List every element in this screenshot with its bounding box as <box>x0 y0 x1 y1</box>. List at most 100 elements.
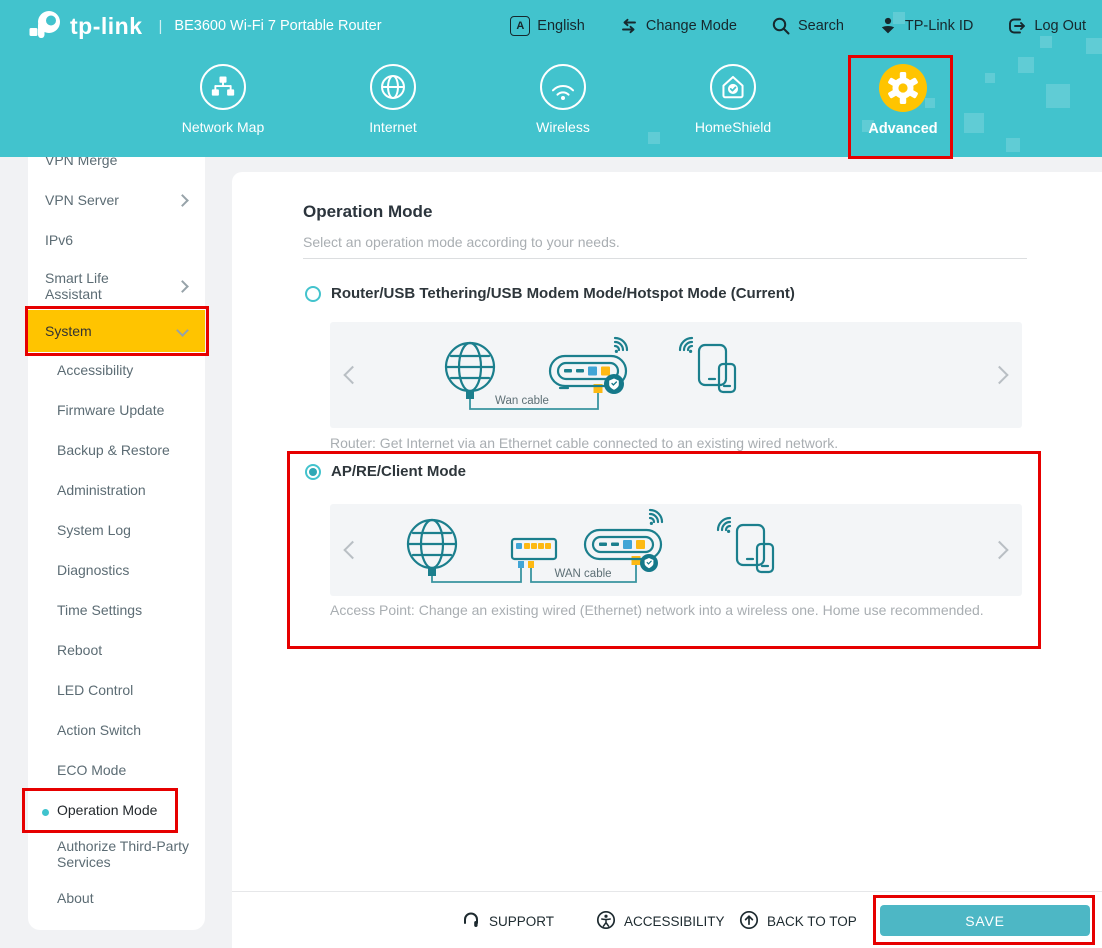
language-label: English <box>537 18 585 34</box>
sidebar-item-label: Accessibility <box>57 362 133 378</box>
router-mode-carousel: Wan cable <box>330 322 1022 428</box>
svg-text:Wan cable: Wan cable <box>495 395 549 407</box>
logout-label: Log Out <box>1034 18 1086 34</box>
sidebar-item-authorize-third-party-services[interactable]: Authorize Third-Party Services <box>28 838 205 870</box>
support-link[interactable]: SUPPORT <box>461 910 554 933</box>
language-menu-item[interactable]: A English <box>510 16 585 36</box>
sidebar-item-action-switch[interactable]: Action Switch <box>28 722 205 738</box>
ap-mode-carousel: WAN cable <box>330 504 1022 596</box>
back-to-top-link[interactable]: BACK TO TOP <box>739 910 857 933</box>
network-map-icon <box>200 64 246 110</box>
main-nav-tabs: Network Map Internet <box>138 64 988 137</box>
change-mode-icon <box>619 16 639 36</box>
product-name: BE3600 Wi-Fi 7 Portable Router <box>174 18 381 34</box>
sidebar-item-label: IPv6 <box>45 232 73 248</box>
search-label: Search <box>798 18 844 34</box>
sidebar-item-label: VPN Server <box>45 192 119 208</box>
top-header: tp-link | BE3600 Wi-Fi 7 Portable Router… <box>0 0 1102 157</box>
language-icon: A <box>510 16 530 36</box>
accessibility-label: ACCESSIBILITY <box>624 914 725 929</box>
tplink-id-label: TP-Link ID <box>905 18 974 34</box>
header-menu: A English Change Mode Search <box>510 0 1086 52</box>
search-icon <box>771 16 791 36</box>
sidebar-item-label: Administration <box>57 482 146 498</box>
brand-separator: | <box>159 18 163 35</box>
sidebar-item-backup-restore[interactable]: Backup & Restore <box>28 442 205 458</box>
sidebar-item-firmware-update[interactable]: Firmware Update <box>28 402 205 418</box>
sidebar-item-operation-mode[interactable]: Operation Mode <box>28 802 205 818</box>
change-mode-label: Change Mode <box>646 18 737 34</box>
back-to-top-label: BACK TO TOP <box>767 914 857 929</box>
sidebar-item-about[interactable]: About <box>28 890 205 906</box>
router-mode-option[interactable]: Router/USB Tethering/USB Modem Mode/Hots… <box>305 285 795 302</box>
sidebar-item-label: System Log <box>57 522 131 538</box>
sidebar-item-reboot[interactable]: Reboot <box>28 642 205 658</box>
ap-mode-option[interactable]: AP/RE/Client Mode <box>305 463 466 480</box>
support-icon <box>461 910 481 933</box>
router-mode-radio[interactable] <box>305 286 321 302</box>
decor-square <box>1018 57 1034 73</box>
sidebar-item-label: Action Switch <box>57 722 141 738</box>
change-mode-menu-item[interactable]: Change Mode <box>619 16 737 36</box>
tab-advanced[interactable]: Advanced <box>818 64 988 137</box>
sidebar-item-label: Operation Mode <box>57 802 157 818</box>
tab-homeshield-label: HomeShield <box>695 119 771 135</box>
selected-dot-icon <box>42 809 49 816</box>
sidebar-item-led-control[interactable]: LED Control <box>28 682 205 698</box>
sidebar-item-label: Authorize Third-Party Services <box>57 838 192 870</box>
ap-mode-label: AP/RE/Client Mode <box>331 463 466 480</box>
sidebar: VPN Merge VPN Server IPv6 Smart Life Ass… <box>28 130 205 930</box>
sidebar-item-label: Time Settings <box>57 602 142 618</box>
chevron-right-icon <box>176 280 189 293</box>
sidebar-item-label: ECO Mode <box>57 762 126 778</box>
ap-mode-illustration: WAN cable <box>330 504 1022 596</box>
wireless-icon <box>540 64 586 110</box>
sidebar-item-administration[interactable]: Administration <box>28 482 205 498</box>
sidebar-item-label: Reboot <box>57 642 102 658</box>
sidebar-item-label: Smart Life Assistant <box>45 270 150 302</box>
sidebar-item-label: Backup & Restore <box>57 442 170 458</box>
page-footer: SUPPORT ACCESSIBILITY BACK TO TOP SAVE <box>232 891 1102 948</box>
tplink-id-menu-item[interactable]: TP-Link ID <box>878 16 974 36</box>
accessibility-link[interactable]: ACCESSIBILITY <box>596 910 725 933</box>
ap-mode-radio[interactable] <box>305 464 321 480</box>
save-button[interactable]: SAVE <box>880 905 1090 936</box>
router-mode-illustration: Wan cable <box>330 322 1022 428</box>
tplink-id-icon <box>878 16 898 36</box>
internet-icon <box>370 64 416 110</box>
chevron-down-icon <box>176 324 189 337</box>
sidebar-item-label: System <box>45 323 92 339</box>
sidebar-item-system-log[interactable]: System Log <box>28 522 205 538</box>
sidebar-item-label: Firmware Update <box>57 402 164 418</box>
logout-menu-item[interactable]: Log Out <box>1007 16 1086 36</box>
sidebar-item-diagnostics[interactable]: Diagnostics <box>28 562 205 578</box>
search-menu-item[interactable]: Search <box>771 16 844 36</box>
sidebar-item-accessibility[interactable]: Accessibility <box>28 362 205 378</box>
decor-square <box>1046 84 1070 108</box>
tab-internet[interactable]: Internet <box>308 64 478 137</box>
homeshield-icon <box>710 64 756 110</box>
sidebar-item-vpn-server[interactable]: VPN Server <box>28 192 205 208</box>
sidebar-item-label: LED Control <box>57 682 133 698</box>
decor-square <box>1006 138 1020 152</box>
sidebar-item-time-settings[interactable]: Time Settings <box>28 602 205 618</box>
main-content: Operation Mode Select an operation mode … <box>232 172 1102 948</box>
sidebar-item-ipv6[interactable]: IPv6 <box>28 232 205 248</box>
back-to-top-icon <box>739 910 759 933</box>
tab-advanced-label: Advanced <box>868 121 937 137</box>
tab-network-map[interactable]: Network Map <box>138 64 308 137</box>
page-title: Operation Mode <box>303 202 432 222</box>
sidebar-item-label: Diagnostics <box>57 562 129 578</box>
router-mode-description: Router: Get Internet via an Ethernet cab… <box>330 435 838 451</box>
sidebar-item-label: About <box>57 890 94 906</box>
accessibility-icon <box>596 910 616 933</box>
advanced-gear-icon <box>879 64 927 112</box>
sidebar-item-system[interactable]: System <box>28 310 205 352</box>
sidebar-item-eco-mode[interactable]: ECO Mode <box>28 762 205 778</box>
page-subtitle: Select an operation mode according to yo… <box>303 234 620 250</box>
chevron-right-icon <box>176 194 189 207</box>
tab-wireless[interactable]: Wireless <box>478 64 648 137</box>
tab-homeshield[interactable]: HomeShield <box>648 64 818 137</box>
sidebar-item-smart-life-assistant[interactable]: Smart Life Assistant <box>28 270 205 302</box>
router-mode-label: Router/USB Tethering/USB Modem Mode/Hots… <box>331 285 795 302</box>
